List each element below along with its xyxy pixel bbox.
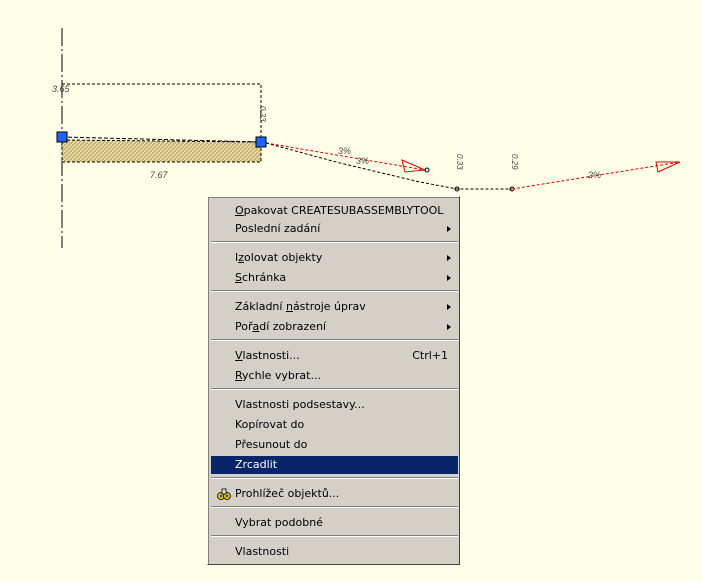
submenu-arrow-icon [447,226,451,232]
menu-separator [211,506,458,508]
menu-item-select-similar[interactable]: Vybrat podobné [211,514,458,532]
submenu-arrow-icon [447,275,451,281]
submenu-arrow-icon [447,255,451,261]
menu-item-label: Základní nástroje úprav [235,300,366,313]
menu-item-label: Vybrat podobné [235,516,323,529]
dim-text-bottom: 7.67 [150,170,169,180]
context-menu: Opakovat CREATESUBASSEMBLYTOOL Poslední … [207,196,460,565]
hatched-lane [61,139,262,163]
menu-item-clipboard[interactable]: Schránka [211,269,458,287]
dim-text-vertical-3: 0.29 [510,154,519,170]
menu-item-isolate-objects[interactable]: Izolovat objekty [211,249,458,267]
menu-item-basic-modify-tools[interactable]: Základní nástroje úprav [211,298,458,316]
menu-item-label: Vlastnosti... [235,349,300,362]
submenu-arrow-icon [447,324,451,330]
menu-separator [211,290,458,292]
object-viewer-icon [217,488,231,500]
menu-separator [211,388,458,390]
menu-item-label: Poslední zadání [235,222,321,235]
dim-text-slope-a: 3% [338,146,351,156]
menu-item-copy-to[interactable]: Kopírovat do [211,416,458,434]
menu-item-shortcut: Ctrl+1 [412,349,448,362]
menu-item-label: Vlastnosti podsestavy... [235,398,365,411]
red-arrowhead-2 [655,161,681,173]
menu-item-label: Izolovat objekty [235,251,323,264]
menu-item-label: Schránka [235,271,287,284]
dim-text-top-left: 3.65 [52,84,71,94]
menu-item-label: Přesunout do [235,438,308,451]
menu-item-quick-select[interactable]: Rychle vybrat... [211,367,458,385]
menu-item-label: Vlastnosti [235,545,290,558]
menu-item-draw-order[interactable]: Pořadí zobrazení [211,318,458,336]
menu-separator [211,241,458,243]
menu-item-properties-2[interactable]: Vlastnosti [211,543,458,561]
menu-separator [211,477,458,479]
menu-item-recent-input[interactable]: Poslední zadání [211,220,458,238]
menu-separator [211,535,458,537]
accel-o: O [235,204,244,217]
menu-item-properties[interactable]: Vlastnosti... Ctrl+1 [211,347,458,365]
red-arrowhead-1 [401,159,427,173]
menu-item-label: Pořadí zobrazení [235,320,327,333]
menu-item-mirror[interactable]: Zrcadlit [211,456,458,474]
menu-item-label: Prohlížeč objektů... [235,487,340,500]
menu-separator [211,339,458,341]
dim-text-slope-c: 2% [587,170,601,180]
dim-text-vertical-1: 0.23 [258,106,267,122]
grip-right[interactable] [255,136,267,148]
menu-item-label: pakovat CREATESUBASSEMBLYTOOL [243,204,444,217]
menu-item-label: Zrcadlit [235,458,278,471]
ditch-line [265,142,512,190]
dim-text-slope-b: 3% [356,156,369,166]
grip-left[interactable] [56,131,68,143]
menu-item-object-viewer[interactable]: Prohlížeč objektů... [211,485,458,503]
submenu-arrow-icon [447,304,451,310]
menu-item-repeat[interactable]: Opakovat CREATESUBASSEMBLYTOOL [211,202,458,220]
dimension-line-top [62,83,262,140]
menu-item-label: Kopírovat do [235,418,305,431]
menu-item-label: Rychle vybrat... [235,369,321,382]
menu-item-move-to[interactable]: Přesunout do [211,436,458,454]
menu-item-subassembly-properties[interactable]: Vlastnosti podsestavy... [211,396,458,414]
dim-text-vertical-2: 0.33 [455,154,464,170]
